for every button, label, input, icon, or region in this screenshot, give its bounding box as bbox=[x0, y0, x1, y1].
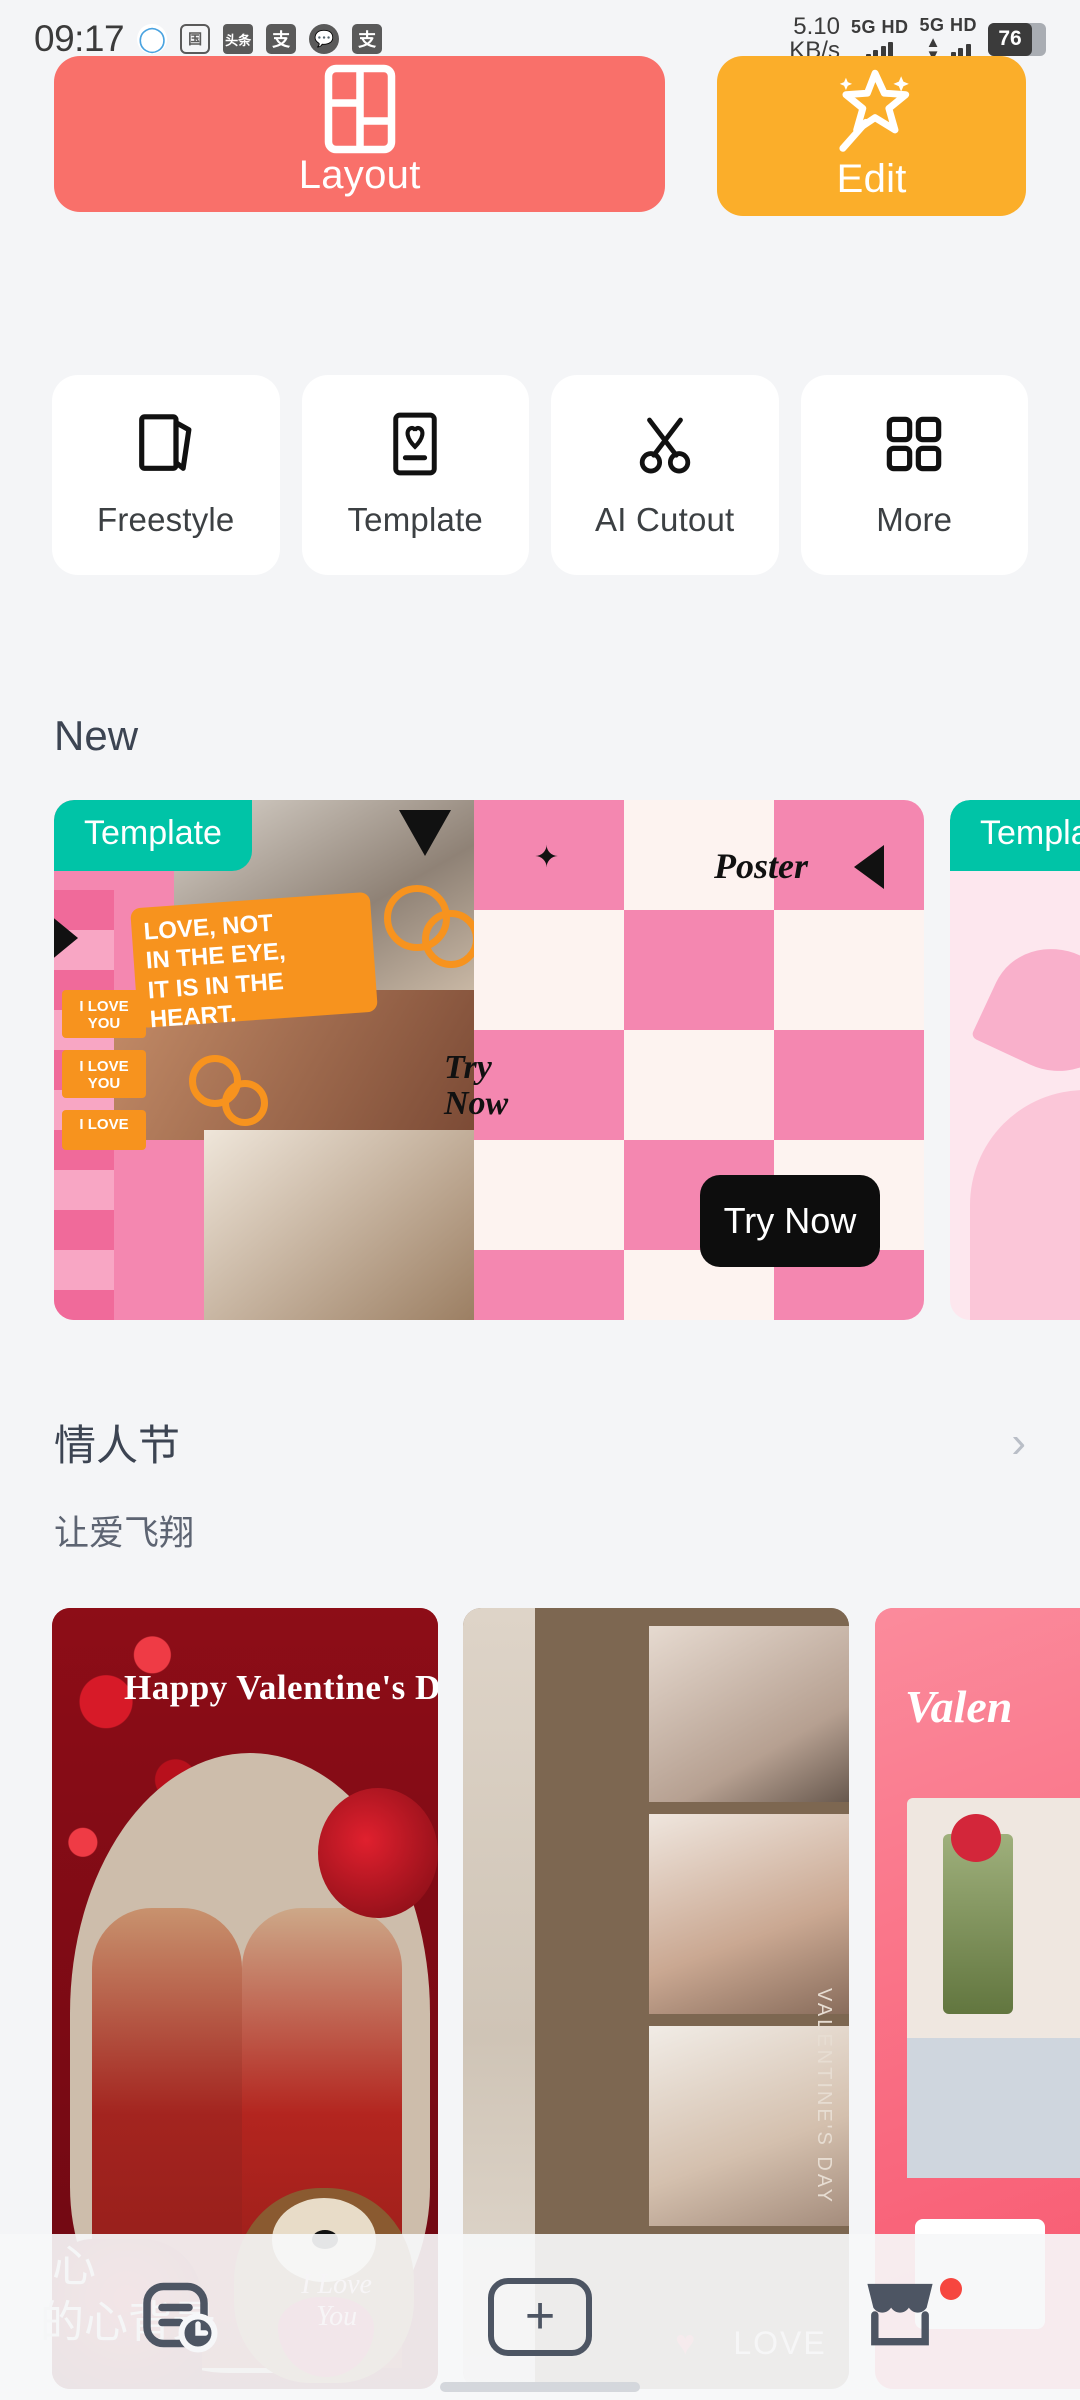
layout-button[interactable]: Layout bbox=[54, 56, 666, 212]
heart-outline-icon-2 bbox=[422, 910, 480, 968]
tile-more-label: More bbox=[876, 501, 953, 538]
valentine-section-subtitle: 让爱飞翔 bbox=[54, 1514, 195, 1553]
alipay-icon: 支 bbox=[266, 24, 297, 54]
card1-rose bbox=[318, 1788, 438, 1918]
phone-heart-icon bbox=[389, 411, 441, 477]
wechat-icon: 💬 bbox=[309, 24, 340, 54]
toutiao-icon: 头条 bbox=[223, 24, 254, 54]
grid-four-squares-icon bbox=[885, 411, 943, 477]
network-speed-value: 5.10 bbox=[793, 12, 840, 40]
banner2-badge-template: Template bbox=[950, 800, 1080, 871]
store-icon bbox=[858, 2275, 942, 2360]
qq-icon: ◯ bbox=[137, 24, 168, 54]
card3-headline: Valen bbox=[905, 1681, 1013, 1732]
card2-vertical-text: VALENTINE'S DAY bbox=[813, 1988, 835, 2206]
sparkle-icon-2 bbox=[54, 910, 78, 966]
hero-actions: Layout Edit bbox=[0, 56, 1080, 216]
tile-ai-cutout-label: AI Cutout bbox=[595, 501, 735, 538]
card2-photo-1 bbox=[649, 1626, 849, 1802]
battery-icon: 76 bbox=[988, 22, 1046, 56]
bottom-navigation-bar: + bbox=[0, 2234, 1080, 2400]
sparkle-icon-3 bbox=[854, 845, 884, 889]
status-bar-left: 09:17 ◯ 国 头条 支 💬 支 bbox=[34, 18, 383, 60]
card2-photo-2 bbox=[649, 1814, 849, 2014]
banner-quote-line4: HEART. bbox=[148, 1000, 238, 1034]
layout-button-label: Layout bbox=[298, 153, 421, 197]
new-banner-carousel[interactable]: LOVE, NOT IN THE EYE, IT IS IN THE HEART… bbox=[0, 800, 1080, 1325]
banner2-leaf-decor bbox=[970, 928, 1080, 1092]
card3-photo bbox=[907, 1798, 1080, 2178]
battery-percent: 76 bbox=[988, 22, 1032, 56]
sim2-label: 5G HD bbox=[919, 15, 977, 36]
nav-recent-projects[interactable] bbox=[80, 2262, 280, 2372]
quick-action-tiles: Freestyle Template AI Cutout More bbox=[0, 375, 1080, 575]
banner-try-script: Try Now bbox=[444, 1049, 509, 1122]
sparkle-icon-1 bbox=[399, 810, 451, 856]
grid-layout-icon bbox=[324, 64, 396, 159]
heart-outline-icon-4 bbox=[222, 1080, 268, 1126]
banner-badge-template: Template bbox=[54, 800, 252, 871]
scissors-icon bbox=[634, 411, 696, 477]
new-section-title: New bbox=[54, 712, 139, 759]
store-badge-dot bbox=[940, 2278, 962, 2300]
plus-icon: + bbox=[488, 2278, 592, 2356]
tile-freestyle-label: Freestyle bbox=[96, 501, 235, 538]
tile-more[interactable]: More bbox=[800, 375, 1028, 575]
banner-sticker-2: I LOVE YOU bbox=[62, 1050, 146, 1098]
banner-card-2[interactable]: Template bbox=[950, 800, 1080, 1320]
banner-quote-box: LOVE, NOT IN THE EYE, IT IS IN THE HEART… bbox=[130, 891, 378, 1033]
tile-freestyle[interactable]: Freestyle bbox=[52, 375, 280, 575]
alipay-icon-2: 支 bbox=[352, 24, 383, 54]
chevron-right-icon[interactable]: › bbox=[1011, 1420, 1026, 1465]
banner-photo-bottom bbox=[204, 1130, 474, 1320]
gesture-handle bbox=[440, 2382, 640, 2392]
banner-poster-label: Poster bbox=[714, 846, 808, 886]
edit-button[interactable]: Edit bbox=[717, 56, 1026, 216]
tile-ai-cutout[interactable]: AI Cutout bbox=[551, 375, 779, 575]
nav-create-new[interactable]: + bbox=[440, 2262, 640, 2372]
magic-wand-star-icon bbox=[829, 64, 915, 161]
nav-store[interactable] bbox=[800, 2262, 1000, 2372]
tile-template[interactable]: Template bbox=[301, 375, 529, 575]
sim1-signal: 5G HD bbox=[851, 17, 909, 61]
sim1-label: 5G HD bbox=[850, 17, 909, 37]
edit-button-label: Edit bbox=[836, 157, 907, 201]
try-now-button[interactable]: Try Now bbox=[700, 1175, 880, 1267]
guo-app-icon: 国 bbox=[180, 24, 211, 54]
sparkle-icon-4: ✦ bbox=[534, 841, 560, 874]
stacked-pages-icon bbox=[136, 411, 196, 477]
banner2-arch-decor bbox=[970, 1090, 1080, 1320]
card1-headline: Happy Valentine's D bbox=[124, 1668, 438, 1707]
banner-sticker-1: I LOVE YOU bbox=[62, 990, 146, 1038]
valentine-section-title: 情人节 bbox=[54, 1422, 181, 1469]
banner-sticker-3: I LOVE bbox=[62, 1110, 146, 1150]
status-bar-clock: 09:17 bbox=[34, 18, 125, 59]
document-clock-icon bbox=[138, 2273, 222, 2362]
tile-template-label: Template bbox=[347, 501, 483, 538]
app-screen: 09:17 ◯ 国 头条 支 💬 支 5.10 KB/s 5G HD 5G HD… bbox=[0, 0, 1080, 2400]
valentine-section-header[interactable]: 情人节 › bbox=[54, 1412, 1026, 1473]
